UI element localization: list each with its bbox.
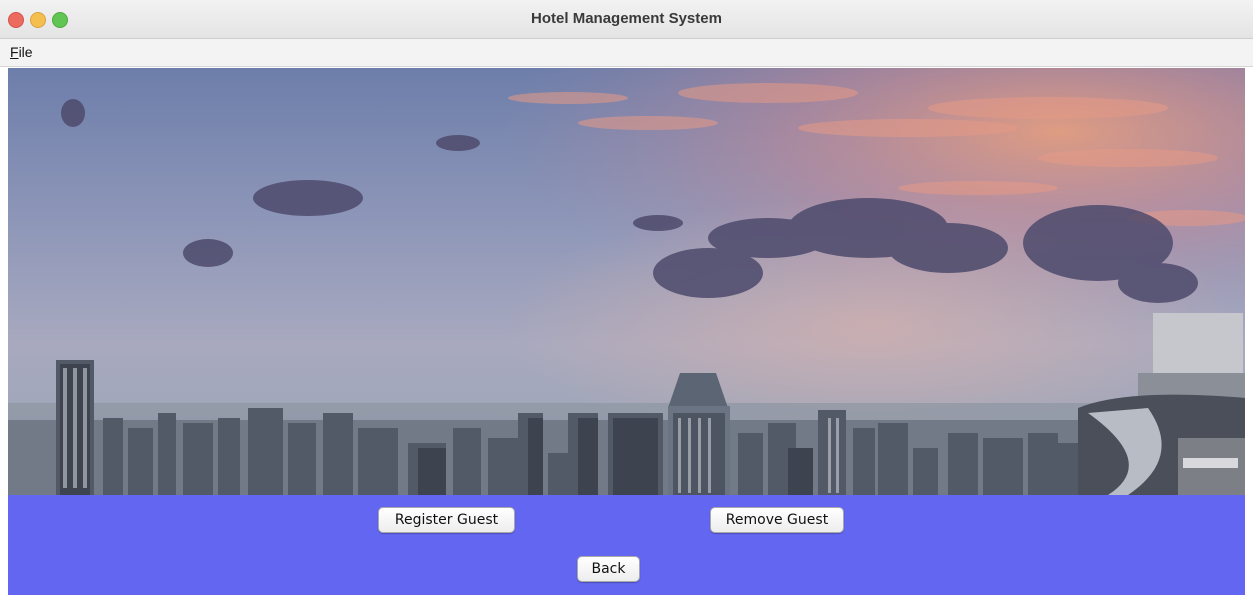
menu-file[interactable]: File bbox=[10, 44, 33, 60]
main-panel: Register Guest Remove Guest Back bbox=[8, 68, 1245, 595]
title-bar: Hotel Management System bbox=[0, 0, 1253, 39]
city-skyline-image bbox=[8, 68, 1245, 495]
menu-bar: File bbox=[0, 39, 1253, 67]
menu-file-mnemonic: F bbox=[10, 44, 19, 60]
back-button[interactable]: Back bbox=[577, 556, 640, 582]
app-window: Hotel Management System File Register Gu… bbox=[0, 0, 1253, 596]
register-guest-button[interactable]: Register Guest bbox=[378, 507, 515, 533]
remove-guest-button[interactable]: Remove Guest bbox=[710, 507, 844, 533]
menu-file-label: ile bbox=[18, 44, 33, 60]
window-title: Hotel Management System bbox=[531, 10, 722, 27]
